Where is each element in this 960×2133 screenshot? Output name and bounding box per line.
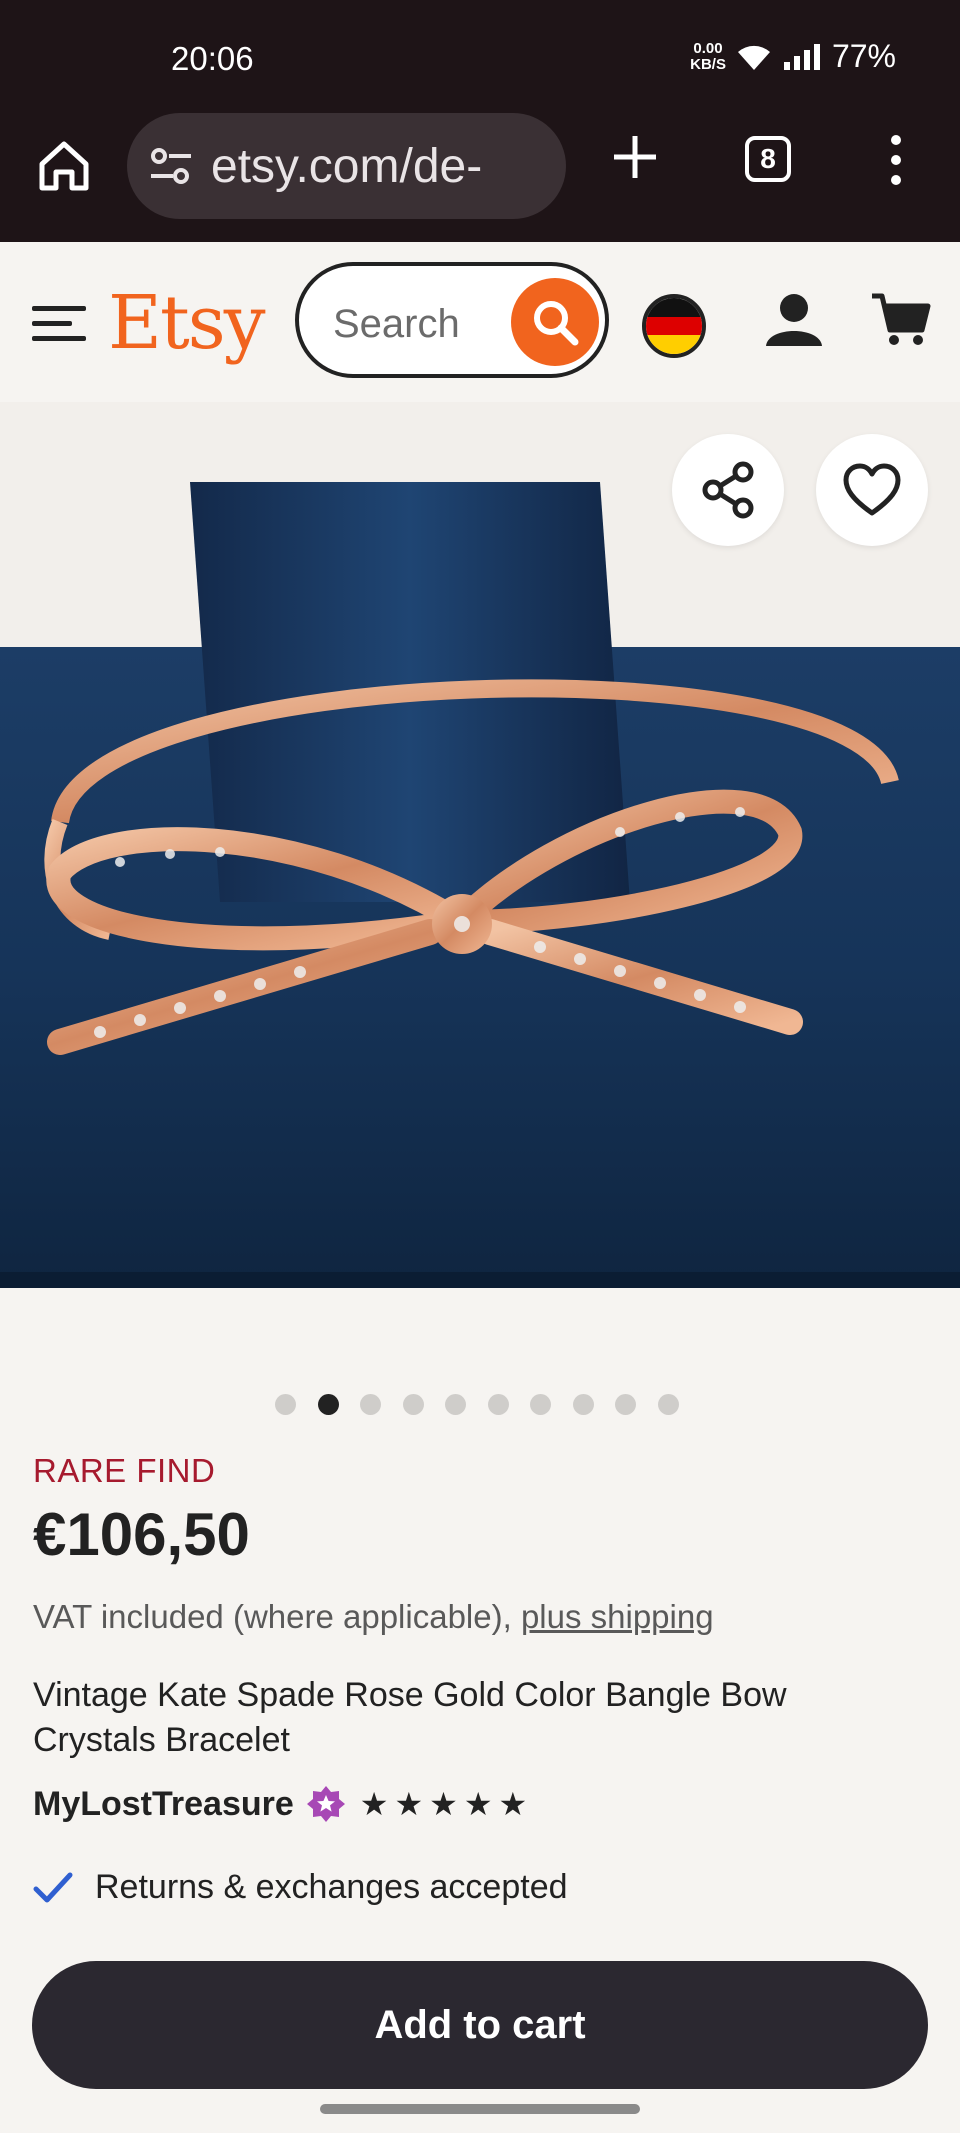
network-speed-value: 0.00 [693,39,723,57]
status-indicators: 0.00 KB/S 77% [690,38,896,75]
image-carousel-dots [275,1394,679,1415]
signal-icon [783,43,820,70]
bracelet-photo [0,402,960,1288]
site-settings-icon[interactable] [149,146,193,186]
carousel-dot[interactable] [445,1394,466,1415]
carousel-dot[interactable] [317,1394,339,1415]
search-placeholder: Search [333,302,460,346]
star-icon: ★ [394,1786,424,1822]
favorite-button[interactable] [816,434,928,546]
shipping-link[interactable]: plus shipping [521,1598,714,1635]
network-speed: 0.00 KB/S [690,39,726,73]
status-bar: 20:06 0.00 KB/S 77% [0,0,960,110]
url-bar[interactable]: etsy.com/de- [127,113,566,219]
wifi-icon [737,45,770,70]
new-tab-icon[interactable] [610,132,660,182]
search-icon [534,301,579,346]
vat-info: VAT included (where applicable), plus sh… [33,1598,714,1636]
site-header: Etsy Search [0,242,960,402]
returns-text: Returns & exchanges accepted [95,1868,568,1906]
heart-icon [843,463,901,516]
carousel-dot[interactable] [275,1394,296,1415]
browser-toolbar: etsy.com/de- 8 [0,110,960,242]
shop-name[interactable]: MyLostTreasure [33,1785,294,1824]
more-options-icon[interactable] [884,132,908,188]
region-flag-icon[interactable] [642,294,706,358]
share-icon [702,461,754,519]
share-button[interactable] [672,434,784,546]
etsy-logo[interactable]: Etsy [108,280,266,366]
status-time: 20:06 [171,40,254,77]
account-icon[interactable] [764,292,824,348]
rare-find-badge: RARE FIND [33,1452,216,1489]
rating-stars: ★ ★ ★ ★ ★ [360,1785,527,1823]
network-speed-unit: KB/S [690,55,726,73]
carousel-dot[interactable] [402,1394,424,1415]
carousel-dot[interactable] [530,1394,551,1415]
search-input[interactable]: Search [295,262,609,378]
tab-switcher-button[interactable]: 8 [745,136,791,182]
add-to-cart-button[interactable]: Add to cart [32,1961,928,2089]
cart-icon[interactable] [870,292,932,348]
product-title: Vintage Kate Spade Rose Gold Color Bangl… [33,1676,787,1759]
carousel-dot[interactable] [657,1394,679,1415]
carousel-dot[interactable] [487,1394,509,1415]
carousel-dot[interactable] [572,1394,594,1415]
gesture-navigation-bar[interactable] [320,2104,640,2114]
shop-info: MyLostTreasure ★ ★ ★ ★ ★ [33,1784,527,1824]
product-image[interactable] [0,402,960,1288]
carousel-dot[interactable] [360,1394,381,1415]
star-icon: ★ [359,1786,389,1822]
menu-icon[interactable] [32,304,86,344]
vat-text: VAT included (where applicable), [33,1598,512,1635]
returns-info: Returns & exchanges accepted [33,1868,568,1907]
checkmark-icon [33,1872,73,1902]
carousel-dot[interactable] [615,1394,636,1415]
home-icon[interactable] [36,138,92,194]
star-icon: ★ [429,1786,458,1822]
price: €106,50 [33,1501,250,1568]
star-seller-badge-icon [306,1786,345,1822]
battery-level: 77% [831,38,896,74]
url-text[interactable]: etsy.com/de- [211,139,551,194]
star-icon: ★ [463,1786,493,1822]
search-button[interactable] [511,278,599,366]
star-icon: ★ [498,1786,528,1822]
